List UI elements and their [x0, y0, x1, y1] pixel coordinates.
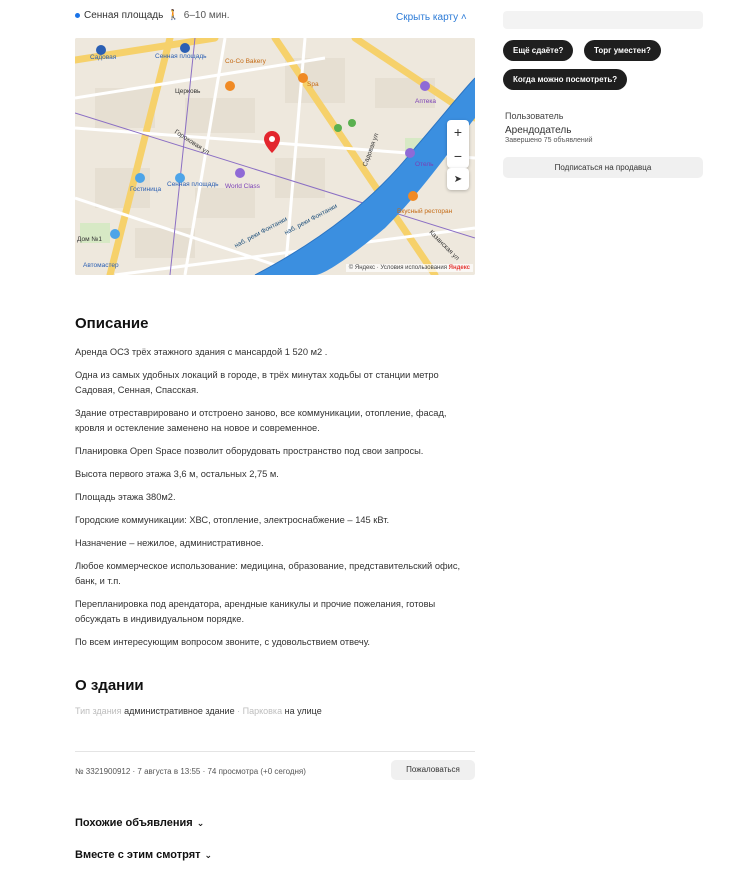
- building-heading: О здании: [75, 677, 144, 694]
- hide-map-link[interactable]: Скрыть карту ˄: [396, 12, 467, 23]
- map-label-dom: Дом №1: [77, 236, 102, 243]
- map-label-sadovaya: Садовая: [90, 54, 117, 61]
- map-label-hotel: Гостиница: [130, 186, 162, 193]
- map-copyright-text[interactable]: © Яндекс · Условия использования: [349, 265, 447, 271]
- map-copyright: © Яндекс · Условия использования Яндекс: [345, 264, 473, 272]
- metro-line-dot-icon: [75, 13, 80, 18]
- similar-listings-label: Похожие объявления: [75, 817, 193, 829]
- zoom-in-icon[interactable]: +: [454, 124, 462, 140]
- seller-completed-count: Завершено 75 объявлений: [505, 137, 593, 144]
- similar-listings-toggle[interactable]: Похожие объявления ⌄: [75, 817, 204, 829]
- chevron-down-icon: ⌄: [196, 817, 205, 828]
- map-label-pharmacy: Аптека: [415, 98, 436, 105]
- hide-map-label: Скрыть карту: [396, 12, 459, 23]
- building-type-value: административное здание: [124, 706, 235, 716]
- description-paragraph: Любое коммерческое использование: медици…: [75, 561, 461, 586]
- chip-negotiable[interactable]: Торг уместен?: [584, 40, 661, 61]
- walk-icon: 🚶: [167, 10, 180, 21]
- building-params: Тип здания административное здание · Пар…: [75, 706, 322, 716]
- seller-role: Пользователь: [505, 111, 564, 121]
- description-paragraph: Перепланировка под арендатора, арендные …: [75, 599, 436, 624]
- description-paragraph: Площадь этажа 380м2.: [75, 492, 176, 502]
- description-paragraph: Аренда ОСЗ трёх этажного здания с мансар…: [75, 347, 328, 357]
- yandex-logo: Яндекс: [448, 265, 470, 271]
- description-text: Аренда ОСЗ трёх этажного здания с мансар…: [75, 345, 475, 658]
- seller-type[interactable]: Арендодатель: [505, 125, 571, 136]
- zoom-out-icon[interactable]: −: [454, 148, 462, 164]
- chevron-up-icon: ˄: [460, 12, 467, 23]
- map-label-gym: Spa: [307, 81, 319, 88]
- metro-info: Сенная площадь 🚶 6–10 мин.: [75, 10, 230, 21]
- listing-meta: № 3321900912 · 7 августа в 13:55 · 74 пр…: [75, 767, 306, 776]
- map-label-hotel2: Отель: [415, 161, 434, 168]
- map-label-church: Церковь: [175, 88, 201, 95]
- report-button[interactable]: Пожаловаться: [391, 760, 475, 780]
- parking-value: на улице: [284, 706, 322, 716]
- map-canvas: [75, 38, 475, 275]
- chip-still-renting[interactable]: Ещё сдаёте?: [503, 40, 574, 61]
- map-label-sennaya: Сенная площадь: [155, 53, 207, 60]
- divider: [75, 751, 475, 752]
- viewed-together-toggle[interactable]: Вместе с этим смотрят ⌄: [75, 849, 212, 861]
- description-paragraph: По всем интересующим вопросом звоните, с…: [75, 637, 370, 647]
- map-zoom-control: + −: [447, 120, 469, 168]
- description-paragraph: Назначение – нежилое, административное.: [75, 538, 264, 548]
- map-label-restaurant: Вкусный ресторан: [397, 208, 453, 215]
- description-paragraph: Планировка Open Space позволит оборудова…: [75, 446, 424, 456]
- description-paragraph: Одна из самых удобных локаций в городе, …: [75, 370, 439, 395]
- location-pin-icon: [264, 131, 280, 153]
- map-label-sennaya-mall: Сенная площадь: [167, 181, 219, 188]
- subscribe-seller-button[interactable]: Подписаться на продавца: [503, 157, 703, 178]
- price-placeholder: [503, 11, 703, 29]
- walk-time: 6–10 мин.: [183, 10, 230, 21]
- metro-station: Сенная площадь: [84, 10, 164, 21]
- map-label-coffee: Co-Co Bakery: [225, 58, 266, 65]
- building-type-label: Тип здания: [75, 706, 122, 716]
- location-map[interactable]: Садовая Сенная площадь Co-Co Bakery Spa …: [75, 38, 475, 275]
- map-label-avt: Автомастер: [83, 262, 119, 269]
- viewed-together-label: Вместе с этим смотрят: [75, 849, 201, 861]
- description-paragraph: Здание отреставрировано и отстроено зано…: [75, 408, 447, 433]
- map-label-world: World Class: [225, 183, 260, 190]
- description-heading: Описание: [75, 315, 149, 332]
- geolocation-icon[interactable]: ➤: [447, 168, 469, 190]
- chip-when-to-view[interactable]: Когда можно посмотреть?: [503, 69, 628, 90]
- chevron-down-icon: ⌄: [204, 849, 213, 860]
- description-paragraph: Городские коммуникации: ХВС, отопление, …: [75, 515, 390, 525]
- parking-label: Парковка: [242, 706, 283, 716]
- description-paragraph: Высота первого этажа 3,6 м, остальных 2,…: [75, 469, 279, 479]
